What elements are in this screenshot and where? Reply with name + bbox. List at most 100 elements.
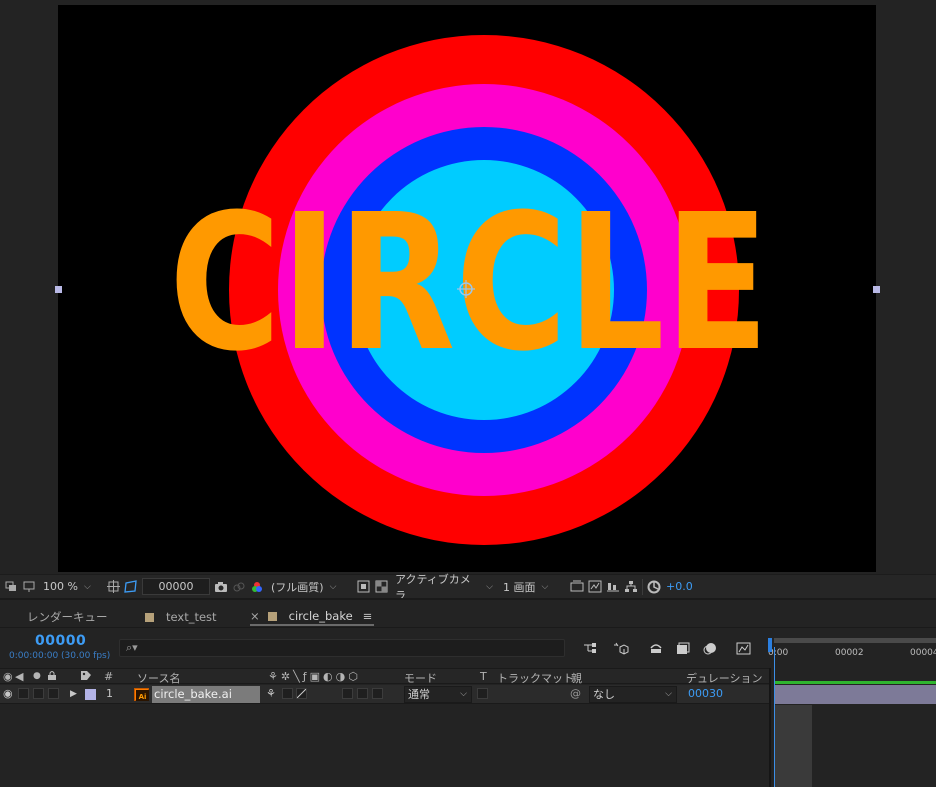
tab-text-test[interactable]: text_test [145, 608, 217, 626]
layer-handle-left[interactable] [55, 286, 62, 293]
motion-blur-switch[interactable] [372, 688, 383, 699]
transparency-grid-icon[interactable] [373, 579, 389, 595]
resolution-value: (フル画質) [271, 580, 324, 594]
fast-previews-icon[interactable] [587, 579, 603, 595]
pickwhip-icon[interactable]: @ [570, 687, 581, 700]
solo-icon[interactable]: ● [33, 671, 41, 681]
frame-blend-icon: ▣ [309, 670, 323, 683]
collapse-switch[interactable] [282, 688, 293, 699]
preview-options-icon[interactable] [3, 579, 19, 595]
chevron-down-icon: ⌵ [460, 689, 467, 699]
timeline-toggle-icon[interactable] [605, 579, 621, 595]
zoom-dropdown[interactable]: 100 % ⌵ [40, 578, 102, 595]
monitor-icon[interactable] [21, 579, 37, 595]
label-tag-icon[interactable] [80, 670, 92, 684]
layer-source-name[interactable]: circle_bake.ai [152, 686, 260, 703]
color-channels-icon[interactable] [249, 579, 265, 595]
shy-switch-icon[interactable]: ⚘ [266, 687, 276, 700]
layer-row[interactable]: ◉ ▶ 1 Ai circle_bake.ai ⚘ 通常 ⌵ @ なし ⌵ 00… [0, 685, 770, 704]
layer-index: 1 [106, 687, 113, 700]
composition-artwork: CIRCLE [169, 35, 769, 545]
playhead-handle[interactable] [768, 638, 772, 652]
switches-icons[interactable]: ⚘✲╲ƒ▣◐◑⬡ [268, 670, 361, 683]
layer-handle-right[interactable] [873, 286, 880, 293]
work-area-indicator [775, 681, 936, 684]
close-icon[interactable]: × [250, 609, 260, 623]
grid-guides-icon[interactable] [105, 579, 121, 595]
ruler-label: 00002 [835, 648, 864, 658]
frame-blending-icon[interactable] [675, 640, 691, 656]
layer-duration[interactable]: 00030 [688, 687, 723, 700]
lock-icon[interactable] [47, 670, 57, 684]
mode-dropdown[interactable]: 通常 ⌵ [404, 686, 472, 703]
zoom-value: 100 % [43, 580, 78, 593]
search-icon: ⌕▾ [126, 641, 138, 654]
viewer-timecode-value: 00000 [158, 580, 194, 593]
parent-value: なし [593, 688, 615, 701]
composition-canvas[interactable]: CIRCLE [58, 5, 876, 572]
video-eye-icon[interactable]: ◉ [3, 687, 13, 700]
playhead-line[interactable] [774, 647, 775, 787]
ruler-label: 00004 [910, 648, 936, 658]
tab-circle-bake[interactable]: × circle_bake ≡ [250, 608, 375, 626]
draft-3d-icon[interactable] [613, 640, 629, 656]
region-of-interest-icon[interactable] [355, 579, 371, 595]
flowchart-icon[interactable] [623, 579, 639, 595]
panel-divider[interactable] [769, 668, 771, 787]
comp-mini-flowchart-icon[interactable] [582, 640, 598, 656]
timeline-tab-bar: レンダーキュー text_test × circle_bake ≡ [0, 600, 936, 628]
work-area-bar[interactable] [774, 638, 936, 643]
shy-icon: ⚘ [268, 670, 281, 683]
toolbar-separator [642, 578, 643, 595]
comp-swatch [145, 612, 154, 622]
layer-duration-bar[interactable] [775, 685, 936, 704]
mode-value: 通常 [408, 688, 430, 701]
track-matte-toggle[interactable] [477, 688, 488, 699]
column-t: T [480, 670, 487, 683]
audio-toggle-icon[interactable]: ◀ [15, 670, 23, 683]
column-mode[interactable]: モード [404, 670, 437, 686]
shy-layers-icon[interactable] [648, 640, 664, 656]
viewer-toolbar: 100 % ⌵ 00000 (フル画質) ⌵ アクティブカメラ⌵ 1 画面 ⌵ [0, 573, 936, 602]
illustrator-file-icon: Ai [134, 688, 149, 701]
time-ruler[interactable]: 0:00 00002 00004 [768, 633, 936, 667]
quality-icon: ╲ [293, 670, 303, 683]
parent-dropdown[interactable]: なし ⌵ [589, 686, 677, 703]
mask-visibility-icon[interactable] [123, 579, 139, 595]
label-color-swatch[interactable] [85, 689, 96, 700]
frame-blend-switch[interactable] [357, 688, 368, 699]
current-time-display[interactable]: 00000 [35, 633, 86, 649]
3d-layer-icon: ⬡ [348, 670, 361, 683]
column-track-matte[interactable]: トラックマット [497, 670, 574, 686]
quality-switch[interactable] [296, 688, 307, 699]
expand-arrow-icon[interactable]: ▶ [70, 689, 77, 699]
column-parent[interactable]: 親 [571, 670, 582, 686]
composition-viewer: CIRCLE [0, 0, 936, 574]
panel-menu-icon[interactable]: ≡ [363, 609, 373, 623]
exposure-value[interactable]: +0.0 [666, 580, 693, 593]
chevron-down-icon: ⌵ [665, 689, 672, 699]
graph-editor-icon[interactable] [735, 640, 751, 656]
lock-toggle[interactable] [48, 688, 59, 699]
audio-toggle[interactable] [18, 688, 29, 699]
video-toggle-icon[interactable]: ◉ [3, 670, 13, 683]
comp-swatch [267, 611, 277, 621]
resolution-dropdown[interactable]: (フル画質) ⌵ [268, 578, 352, 595]
tab-render-queue[interactable]: レンダーキュー [27, 608, 108, 626]
column-duration[interactable]: デュレーション [686, 670, 763, 686]
motion-blur-icon[interactable] [702, 640, 718, 656]
timeline-panel: レンダーキュー text_test × circle_bake ≡ 00000 … [0, 598, 936, 787]
show-snapshot-icon[interactable] [231, 579, 247, 595]
column-number: # [104, 670, 114, 683]
camera-snapshot-icon[interactable] [213, 579, 229, 595]
reset-exposure-icon[interactable] [646, 579, 662, 595]
view-layout-dropdown[interactable]: 1 画面 ⌵ [500, 578, 566, 595]
viewer-timecode[interactable]: 00000 [142, 578, 210, 595]
effects-switch[interactable] [342, 688, 353, 699]
solo-toggle[interactable] [33, 688, 44, 699]
camera-view-dropdown[interactable]: アクティブカメラ ⌵ [392, 573, 496, 602]
layer-search-input[interactable]: ⌕▾ [119, 639, 565, 657]
toggle-pixel-aspect-icon[interactable] [569, 579, 585, 595]
tab-render-queue-label: レンダーキュー [27, 610, 108, 624]
column-source-name[interactable]: ソース名 [137, 670, 180, 686]
